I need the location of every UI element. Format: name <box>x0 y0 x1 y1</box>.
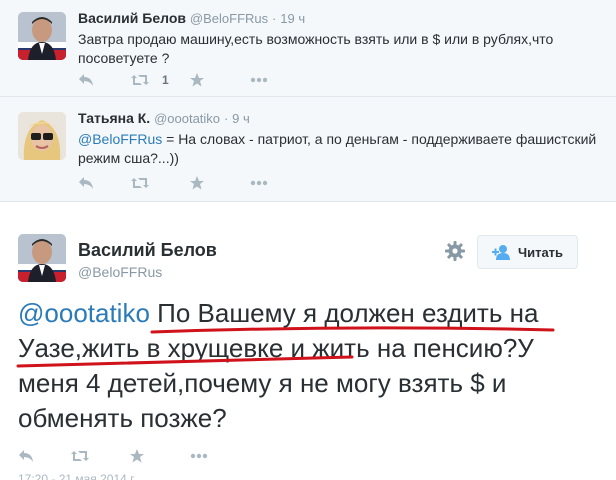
reply-icon <box>19 450 33 462</box>
more-icon <box>190 453 208 459</box>
retweet-button[interactable] <box>70 449 130 463</box>
favorite-button[interactable] <box>130 449 190 463</box>
tweet-actions <box>18 446 230 466</box>
favorite-icon <box>130 449 144 463</box>
reply-button[interactable] <box>18 449 70 463</box>
red-underline-annotation <box>16 326 555 368</box>
tweet-date[interactable]: 17:20 - 21 мая 2014 г. <box>18 472 136 480</box>
more-button[interactable] <box>190 453 230 459</box>
retweet-icon <box>71 451 89 461</box>
